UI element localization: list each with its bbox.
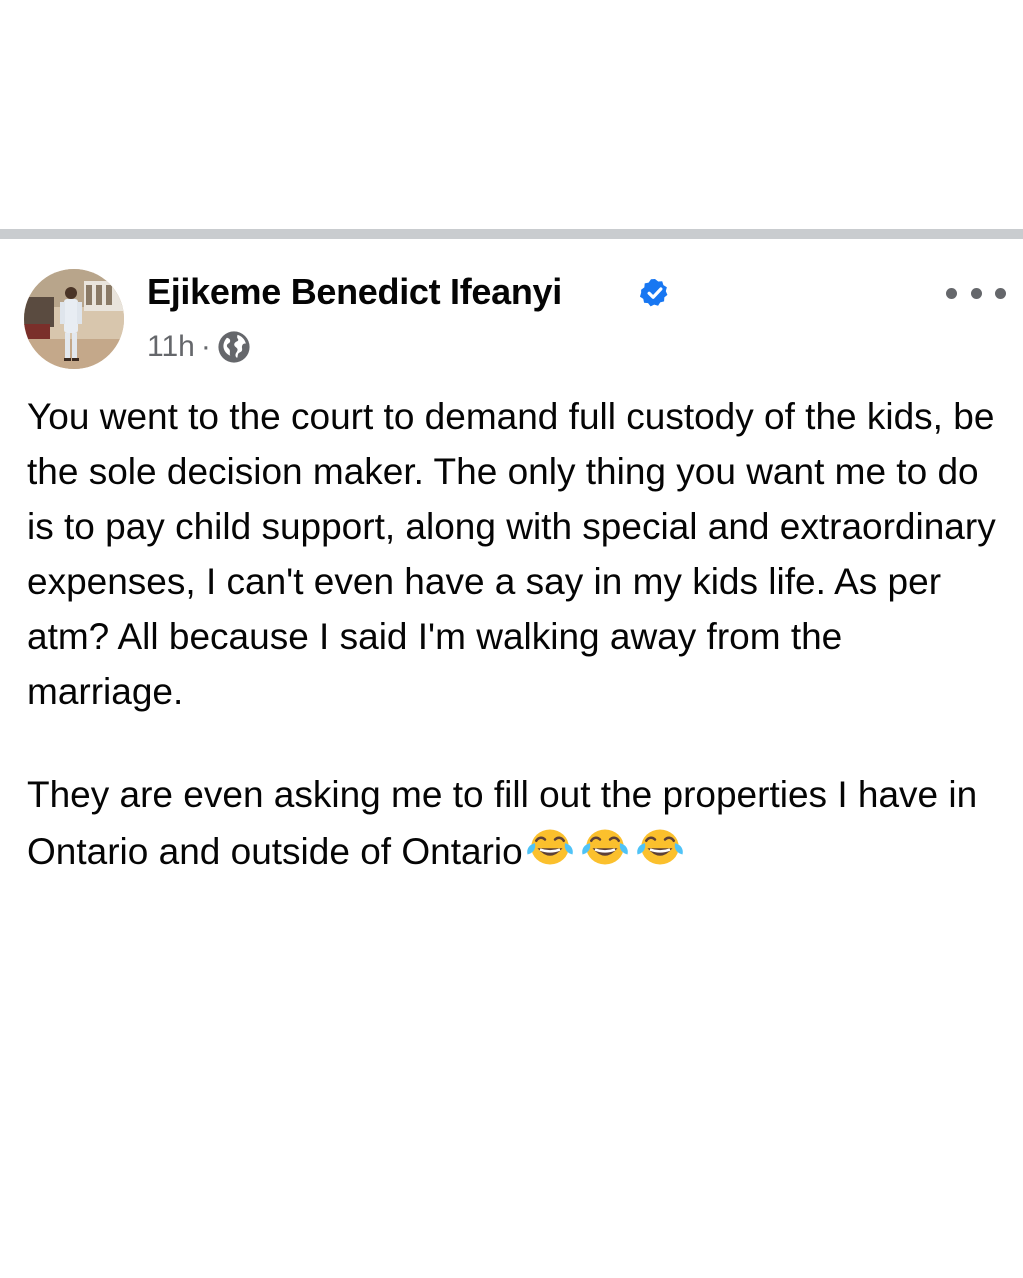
post-meta: 11h · xyxy=(147,327,251,367)
verified-badge-icon xyxy=(639,279,668,307)
tears-of-joy-emoji-icon xyxy=(526,829,573,865)
post-paragraph: You went to the court to demand full cus… xyxy=(27,396,996,712)
post-paragraph-text: They are even asking me to fill out the … xyxy=(27,774,978,872)
globe-icon[interactable] xyxy=(217,330,251,364)
more-options-icon xyxy=(946,287,957,299)
feed-divider xyxy=(0,229,1023,239)
more-options-icon xyxy=(995,287,1006,299)
emoji-group xyxy=(525,822,690,872)
more-options-icon xyxy=(970,287,982,299)
post-paragraph: They are even asking me to fill out the … xyxy=(27,767,997,879)
author-avatar[interactable] xyxy=(24,269,124,369)
meta-separator: · xyxy=(200,330,211,363)
tears-of-joy-emoji-icon xyxy=(581,829,628,865)
author-name[interactable]: Ejikeme Benedict Ifeanyi xyxy=(147,271,562,313)
tears-of-joy-emoji-icon xyxy=(636,829,683,865)
post-timestamp[interactable]: 11h xyxy=(147,330,195,364)
post-body: You went to the court to demand full cus… xyxy=(27,389,997,879)
more-options-button[interactable] xyxy=(946,275,1006,311)
